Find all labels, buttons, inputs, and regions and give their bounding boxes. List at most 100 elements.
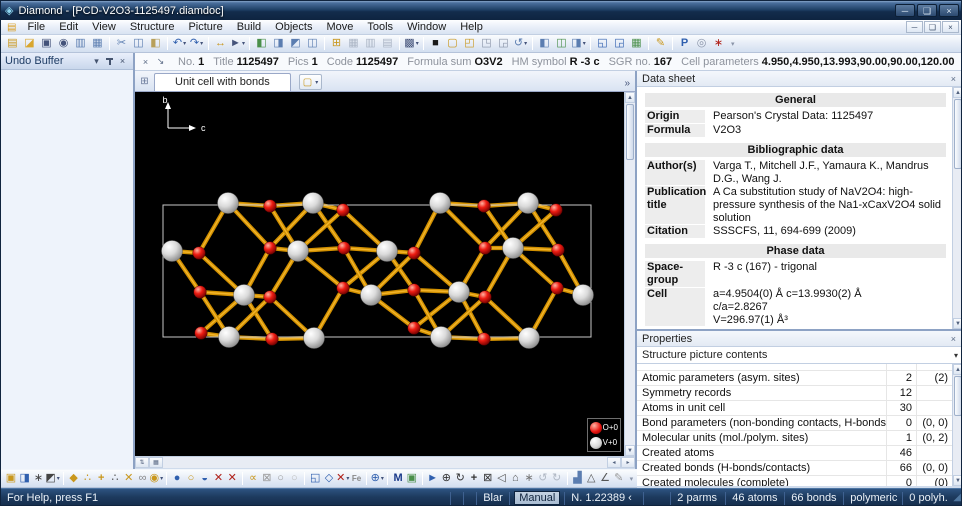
o-atom[interactable] <box>338 242 351 255</box>
powder-pattern-icon[interactable]: P <box>676 36 693 52</box>
circle-a-icon[interactable]: ○ <box>274 471 288 487</box>
find-icon[interactable]: ◉ <box>55 36 72 52</box>
molecule-icon[interactable]: ∴ <box>108 471 122 487</box>
cell-delete-icon[interactable]: ✕▾ <box>336 471 350 487</box>
property-row[interactable]: Created atoms46 <box>637 446 952 461</box>
panel-menu-icon[interactable]: ▾ <box>90 56 103 67</box>
minimize-button[interactable]: ─ <box>895 4 915 17</box>
property-row[interactable]: Created molecules (complete)0(0) <box>637 476 952 486</box>
o-atom[interactable] <box>408 247 421 260</box>
open-folder-icon[interactable]: ◪ <box>21 36 38 52</box>
o-atom[interactable] <box>479 242 492 255</box>
picture-props-icon[interactable]: ▣ <box>4 471 18 487</box>
picture-window-icon[interactable]: ◫ <box>304 36 321 52</box>
properties-close-icon[interactable]: × <box>949 334 958 344</box>
v-atom[interactable] <box>449 282 470 303</box>
v-atom[interactable] <box>361 285 382 306</box>
o-atom[interactable] <box>264 200 277 213</box>
table-dist-icon[interactable]: ▥ <box>362 36 379 52</box>
diagram-a-icon[interactable]: ◱ <box>594 36 611 52</box>
panel-right-icon[interactable]: ◨▾ <box>570 36 587 52</box>
menu-structure[interactable]: Structure <box>123 21 182 33</box>
wizard-icon[interactable]: ✎ <box>652 36 669 52</box>
select-pointer-icon[interactable]: ► <box>426 471 440 487</box>
add-atom-icon[interactable]: + <box>94 471 108 487</box>
pencil-icon[interactable]: ✎ <box>612 471 626 487</box>
spin-right-icon[interactable]: ↻ <box>550 471 564 487</box>
property-row[interactable]: Atomic parameters (asym. sites)2(2) <box>637 371 952 386</box>
contacts-icon[interactable]: ∞ <box>136 471 150 487</box>
v-atom[interactable] <box>219 327 240 348</box>
scroll-down-icon[interactable]: ▼ <box>953 318 962 329</box>
o-atom[interactable] <box>479 291 492 304</box>
diagram-b-icon[interactable]: ◲ <box>611 36 628 52</box>
rotate-icon[interactable]: ↻ <box>453 471 467 487</box>
v-atom[interactable] <box>288 241 309 262</box>
o-atom[interactable] <box>550 204 563 217</box>
prop-scroll-thumb[interactable] <box>954 376 962 416</box>
scroll-right-icon[interactable]: ▸ <box>621 457 635 468</box>
fe-tool-icon[interactable]: Fe <box>350 471 364 487</box>
v-atom[interactable] <box>377 241 398 262</box>
spin-all-icon[interactable]: ⊕ <box>440 471 454 487</box>
cell-diamond-icon[interactable]: ◇ <box>322 471 336 487</box>
translate-icon[interactable]: + <box>467 471 481 487</box>
record-icon[interactable]: ∗ <box>710 36 727 52</box>
structure-canvas[interactable]: bc O+0V+0 <box>135 92 624 456</box>
o-atom[interactable] <box>193 247 206 260</box>
v-atom[interactable] <box>573 285 594 306</box>
pan-icon[interactable]: ↔ <box>212 36 229 52</box>
o-atom[interactable] <box>337 282 350 295</box>
close-button[interactable]: × <box>939 4 959 17</box>
copy-icon[interactable]: ◫ <box>130 36 147 52</box>
properties-selector[interactable]: Structure picture contents ▾ <box>637 347 962 364</box>
destroy-icon[interactable]: ✕ <box>212 471 226 487</box>
bonds-icon[interactable]: ✕ <box>122 471 136 487</box>
reflections-icon[interactable]: ◎ <box>693 36 710 52</box>
angle-tool-icon[interactable]: ⊠ <box>260 471 274 487</box>
pointer-icon[interactable]: ►▾ <box>229 36 246 52</box>
view-back-icon[interactable]: ◁ <box>495 471 509 487</box>
picture-prev-icon[interactable]: ◩ <box>287 36 304 52</box>
ring-filled-icon[interactable]: ● <box>170 471 184 487</box>
o-atom[interactable] <box>264 291 277 304</box>
cut-icon[interactable]: ✂ <box>113 36 130 52</box>
picture-panel-icon[interactable]: ◨ <box>18 471 32 487</box>
dark-view-icon[interactable]: ■ <box>427 36 444 52</box>
spin-left-icon[interactable]: ↺ <box>536 471 550 487</box>
scroll-left-icon[interactable]: ◂ <box>607 457 621 468</box>
o-atom[interactable] <box>194 286 207 299</box>
v-atom[interactable] <box>519 328 540 349</box>
history-icon[interactable]: ↺▾ <box>512 36 529 52</box>
pane-split-icon[interactable]: ⇅ <box>135 457 149 468</box>
o-atom[interactable] <box>264 242 277 255</box>
new-document-icon[interactable]: ▤ <box>4 36 21 52</box>
polyhedra-icon[interactable]: ◆ <box>67 471 81 487</box>
v-atom[interactable] <box>162 241 183 262</box>
menu-file[interactable]: File <box>20 21 52 33</box>
sphere-icon[interactable]: ◒ <box>198 471 212 487</box>
property-row[interactable]: Atoms in unit cell30 <box>637 401 952 416</box>
scroll-down-icon[interactable]: ▼ <box>953 475 962 486</box>
molecule-m-icon[interactable]: M <box>391 471 405 487</box>
redo-icon[interactable]: ↷▾ <box>188 36 205 52</box>
paste-icon[interactable]: ◧ <box>147 36 164 52</box>
toolbar-overflow-icon[interactable]: ▾ <box>731 40 735 48</box>
tab-overflow-icon[interactable]: » <box>624 78 635 91</box>
scroll-up-icon[interactable]: ▲ <box>953 364 962 375</box>
menu-move[interactable]: Move <box>319 21 360 33</box>
mdi-restore-button[interactable]: ❏ <box>924 21 941 33</box>
new-picture-tab-button[interactable]: ▢▾ <box>299 74 322 90</box>
mdi-document-icon[interactable]: ▤ <box>7 22 16 33</box>
o-atom[interactable] <box>552 244 565 257</box>
build-menu-icon[interactable]: ◩▾ <box>45 471 59 487</box>
vscroll-thumb[interactable] <box>626 104 634 160</box>
layout-icon[interactable]: ◲ <box>495 36 512 52</box>
brief-jump-icon[interactable]: ↘ <box>154 56 167 67</box>
panel-split-icon[interactable]: ◫ <box>553 36 570 52</box>
copy-picture-icon[interactable]: ◳ <box>478 36 495 52</box>
ds-scroll-thumb[interactable] <box>954 99 962 169</box>
undo-icon[interactable]: ↶▾ <box>171 36 188 52</box>
brief-close-icon[interactable]: × <box>139 57 152 67</box>
o-atom[interactable] <box>478 333 491 346</box>
